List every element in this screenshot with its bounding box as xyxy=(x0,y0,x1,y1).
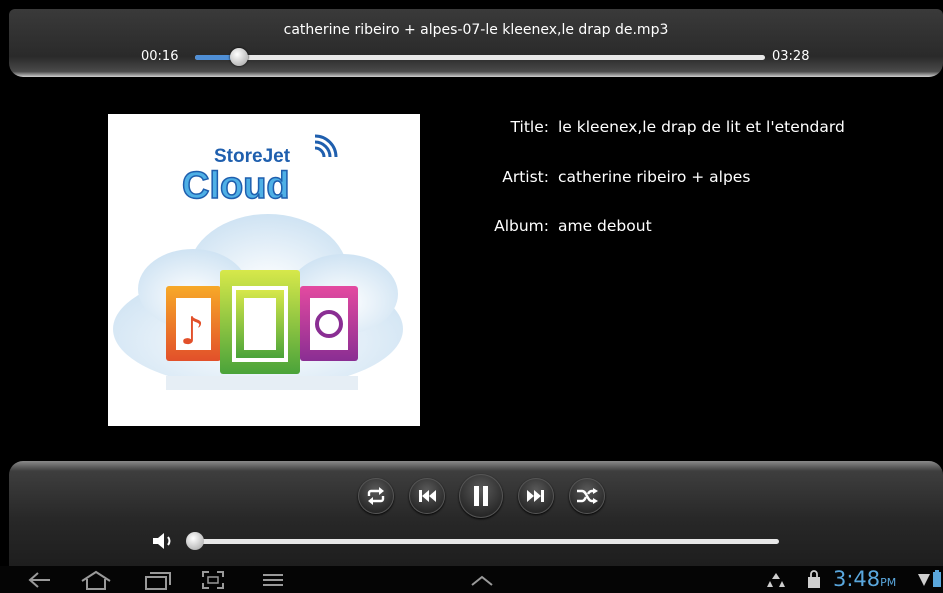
system-bar: 3:48PM xyxy=(0,566,943,593)
storejet-cloud-logo: StoreJet Cloud ♪ xyxy=(113,134,403,390)
title-label: Title: xyxy=(510,118,549,136)
previous-button[interactable] xyxy=(409,478,445,514)
repeat-icon xyxy=(367,487,385,505)
screenshot-icon[interactable] xyxy=(201,570,225,590)
recent-apps-icon[interactable] xyxy=(143,570,171,590)
album-row: Album: ame debout xyxy=(0,217,943,237)
recycle-icon xyxy=(767,573,785,587)
volume-thumb[interactable] xyxy=(186,532,204,550)
now-playing-header: catherine ribeiro + alpes-07-le kleenex,… xyxy=(9,9,943,77)
menu-icon[interactable] xyxy=(261,570,285,590)
album-label: Album: xyxy=(494,217,549,235)
shuffle-icon xyxy=(577,488,598,504)
skip-next-icon xyxy=(527,490,544,502)
pause-icon xyxy=(474,486,488,506)
seek-thumb[interactable] xyxy=(229,48,248,66)
artist-label: Artist: xyxy=(502,168,549,186)
svg-text:♪: ♪ xyxy=(180,309,204,353)
volume-icon[interactable] xyxy=(152,532,178,554)
seek-bar[interactable] xyxy=(195,48,765,66)
shuffle-button[interactable] xyxy=(569,478,605,514)
brand-storejet: StoreJet xyxy=(214,146,291,167)
system-clock: 3:48PM xyxy=(833,567,896,591)
shopping-bag-icon xyxy=(808,570,820,588)
album-art: StoreJet Cloud ♪ xyxy=(108,114,420,426)
current-time: 00:16 xyxy=(141,49,179,64)
pause-button[interactable] xyxy=(459,474,503,518)
artist-value: catherine ribeiro + alpes xyxy=(558,168,751,186)
home-icon[interactable] xyxy=(80,570,112,590)
clock-time: 3:48 xyxy=(833,567,881,591)
total-time: 03:28 xyxy=(772,49,810,64)
next-button[interactable] xyxy=(518,478,554,514)
skip-previous-icon xyxy=(419,490,436,502)
title-row: Title: le kleenex,le drap de lit et l'et… xyxy=(0,118,943,138)
clock-ampm: PM xyxy=(880,576,897,589)
file-name: catherine ribeiro + alpes-07-le kleenex,… xyxy=(283,22,669,38)
repeat-button[interactable] xyxy=(358,478,394,514)
volume-slider[interactable] xyxy=(186,532,779,550)
wifi-icon xyxy=(918,574,930,586)
artist-row: Artist: catherine ribeiro + alpes xyxy=(0,168,943,188)
title-value: le kleenex,le drap de lit et l'etendard xyxy=(558,118,845,136)
album-value: ame debout xyxy=(558,217,652,235)
chevron-up-icon[interactable] xyxy=(470,574,494,588)
battery-icon xyxy=(933,570,941,587)
back-icon[interactable] xyxy=(26,570,52,590)
